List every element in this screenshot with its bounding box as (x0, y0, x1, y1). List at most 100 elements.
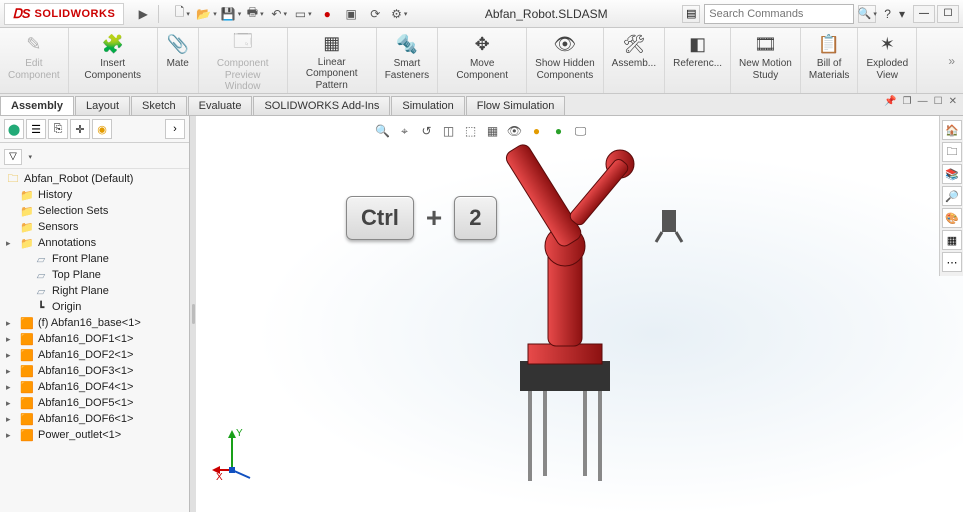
tab-evaluate[interactable]: Evaluate (188, 96, 253, 115)
minimize-button[interactable]: — (913, 5, 935, 23)
linear-pattern-button[interactable]: ▦ Linear Component Pattern (288, 28, 377, 93)
configuration-tab-icon[interactable]: ⎘ (48, 119, 68, 139)
taskpane-appearances-icon[interactable]: ▦ (942, 230, 962, 250)
save-icon[interactable]: 💾▾ (220, 4, 242, 24)
taskpane-library-icon[interactable]: 📚 (942, 164, 962, 184)
help-button[interactable]: ? (884, 7, 891, 21)
tree-row[interactable]: ▱Right Plane (0, 283, 189, 299)
taskpane-home-icon[interactable]: 🏠 (942, 120, 962, 140)
tree-row[interactable]: ▱Top Plane (0, 267, 189, 283)
open-file-icon[interactable]: 📂▾ (195, 4, 217, 24)
doc-maximize-icon[interactable]: ☐ (934, 96, 943, 107)
doc-restore-icon[interactable]: ❐ (903, 96, 912, 107)
mate-button[interactable]: 📎 Mate (158, 28, 199, 93)
options-icon[interactable]: ⚙▾ (388, 4, 410, 24)
tab-flow-simulation[interactable]: Flow Simulation (466, 96, 566, 115)
select-icon[interactable]: ▭▾ (292, 4, 314, 24)
expand-icon[interactable]: ▸ (6, 238, 16, 249)
edit-appearance-icon[interactable]: ● (528, 122, 546, 140)
filter-dropdown-icon[interactable]: ▾ (28, 154, 32, 161)
tree-root[interactable]: 🗀 Abfan_Robot (Default) (0, 171, 189, 187)
undo-icon[interactable]: ↶▾ (268, 4, 290, 24)
tree-row[interactable]: ▱Front Plane (0, 251, 189, 267)
mate-icon: 📎 (166, 32, 190, 56)
tab-assembly[interactable]: Assembly (0, 96, 74, 115)
view-settings-icon[interactable]: 🖵 (572, 122, 590, 140)
doc-close-icon[interactable]: ✕ (949, 96, 957, 107)
expand-icon[interactable]: ▸ (6, 414, 16, 425)
view-orientation-icon[interactable]: ⬚ (462, 122, 480, 140)
show-hidden-button[interactable]: 👁 Show Hidden Components (527, 28, 603, 93)
taskpane-explorer-icon[interactable]: 🔎 (942, 186, 962, 206)
graphics-viewport[interactable]: Ctrl + 2 (196, 116, 963, 512)
feature-tree[interactable]: 🗀 Abfan_Robot (Default) 📁History📁Selecti… (0, 169, 189, 512)
tree-row[interactable]: 📁Sensors (0, 219, 189, 235)
taskpane-resources-icon[interactable]: 🗀 (942, 142, 962, 162)
tree-row[interactable]: ▸🟧Abfan16_DOF6<1> (0, 411, 189, 427)
tab-sketch[interactable]: Sketch (131, 96, 187, 115)
component-preview-button[interactable]: 🗔 Component Preview Window (199, 28, 288, 93)
smart-fasteners-button[interactable]: 🔩 Smart Fasteners (377, 28, 438, 93)
tree-row[interactable]: 📁History (0, 187, 189, 203)
zoom-fit-icon[interactable]: 🔍 (374, 122, 392, 140)
tree-row[interactable]: ▸🟧(f) Abfan16_base<1> (0, 315, 189, 331)
dimxpert-tab-icon[interactable]: ✛ (70, 119, 90, 139)
help-dropdown[interactable]: ▾ (899, 7, 905, 21)
apply-scene-icon[interactable]: ● (550, 122, 568, 140)
rebuild-icon[interactable]: ⟳ (364, 4, 386, 24)
tree-row[interactable]: ▸🟧Abfan16_DOF1<1> (0, 331, 189, 347)
expand-icon[interactable]: ▸ (6, 334, 16, 345)
tab-addins[interactable]: SOLIDWORKS Add-Ins (253, 96, 390, 115)
tab-layout[interactable]: Layout (75, 96, 130, 115)
expand-icon[interactable]: ▸ (6, 350, 16, 361)
expand-icon[interactable]: ▸ (6, 382, 16, 393)
display-manager-tab-icon[interactable]: ◉ (92, 119, 112, 139)
move-component-button[interactable]: ✥ Move Component (438, 28, 527, 93)
doc-pin-icon[interactable]: 📌 (884, 96, 896, 107)
assembly-features-button[interactable]: 🛠 Assemb... (604, 28, 665, 93)
search-icon[interactable]: 🔍▾ (858, 5, 876, 23)
tree-row[interactable]: ▸🟧Abfan16_DOF3<1> (0, 363, 189, 379)
display-style-icon[interactable]: ▦ (484, 122, 502, 140)
pane-overflow-icon[interactable]: › (165, 119, 185, 139)
print-icon[interactable]: 🖶▾ (244, 4, 266, 24)
filter-icon[interactable]: ▽ (4, 149, 22, 165)
feature-tree-tab-icon[interactable]: ⬤ (4, 119, 24, 139)
play-icon[interactable]: ▶ (132, 4, 154, 24)
search-input[interactable] (704, 4, 854, 24)
tree-row[interactable]: ▸🟧Abfan16_DOF5<1> (0, 395, 189, 411)
maximize-button[interactable]: ☐ (937, 5, 959, 23)
section-view-icon[interactable]: ◫ (440, 122, 458, 140)
record-icon[interactable]: ● (316, 4, 338, 24)
new-file-icon[interactable]: 🗋▾ (171, 4, 193, 24)
search-book-icon[interactable]: ▤ (682, 5, 700, 23)
zoom-area-icon[interactable]: ⌖ (396, 122, 414, 140)
tree-row[interactable]: ▸🟧Abfan16_DOF2<1> (0, 347, 189, 363)
stop-icon[interactable]: ▣ (340, 4, 362, 24)
reference-geometry-button[interactable]: ◧ Referenc... (665, 28, 731, 93)
insert-components-button[interactable]: 🧩 Insert Components (69, 28, 158, 93)
doc-minimize-icon[interactable]: — (918, 96, 928, 107)
new-motion-study-button[interactable]: 🎞 New Motion Study (731, 28, 801, 93)
key-2: 2 (454, 196, 496, 240)
ribbon-overflow[interactable]: » (917, 28, 963, 93)
bom-button[interactable]: 📋 Bill of Materials (801, 28, 859, 93)
tree-row[interactable]: ▸📁Annotations (0, 235, 189, 251)
expand-icon[interactable]: ▸ (6, 398, 16, 409)
tab-simulation[interactable]: Simulation (391, 96, 464, 115)
previous-view-icon[interactable]: ↺ (418, 122, 436, 140)
exploded-view-button[interactable]: ✶ Exploded View (858, 28, 917, 93)
tree-row[interactable]: ▸🟧Abfan16_DOF4<1> (0, 379, 189, 395)
taskpane-view-palette-icon[interactable]: 🎨 (942, 208, 962, 228)
expand-icon[interactable]: ▸ (6, 318, 16, 329)
expand-icon[interactable]: ▸ (6, 430, 16, 441)
tree-row[interactable]: 📁Selection Sets (0, 203, 189, 219)
tree-row[interactable]: ▸🟧Power_outlet<1> (0, 427, 189, 443)
hide-show-icon[interactable]: 👁 (506, 122, 524, 140)
tree-row[interactable]: ┗Origin (0, 299, 189, 315)
expand-icon[interactable]: ▸ (6, 366, 16, 377)
tree-item-label: Selection Sets (38, 205, 108, 217)
edit-component-button[interactable]: ✎ Edit Component (0, 28, 69, 93)
taskpane-custom-icon[interactable]: ⋯ (942, 252, 962, 272)
property-manager-tab-icon[interactable]: ☰ (26, 119, 46, 139)
